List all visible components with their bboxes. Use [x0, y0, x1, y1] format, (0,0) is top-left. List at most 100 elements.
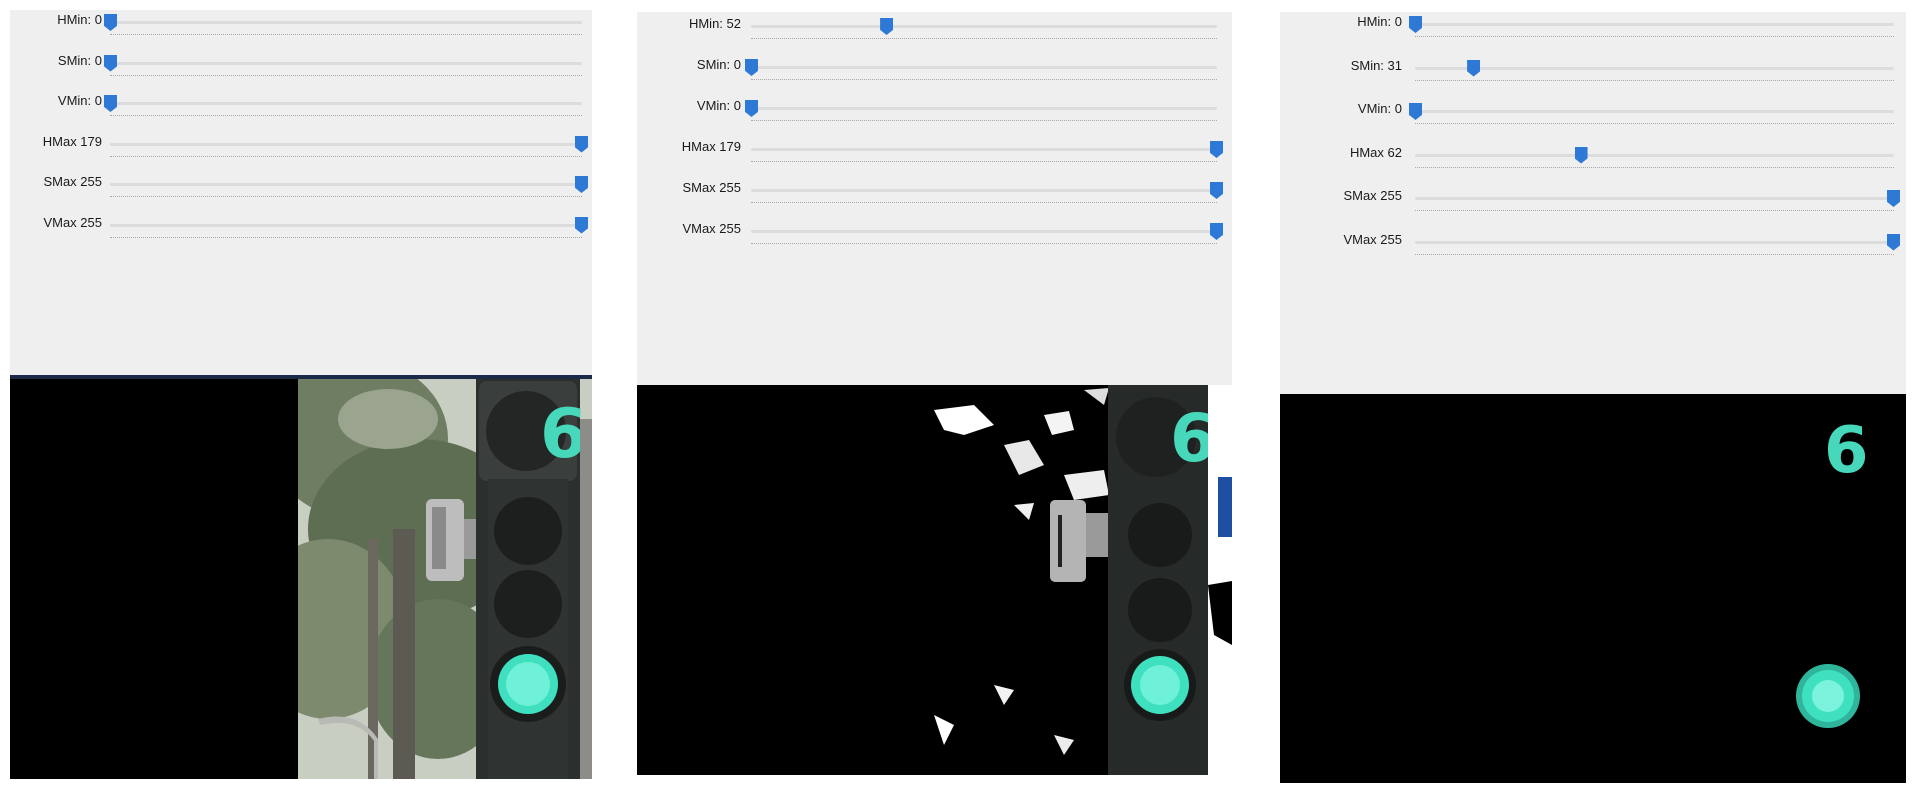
trackbar-handle[interactable]	[104, 95, 117, 112]
trackbar-label: VMin: 0	[1357, 101, 1402, 116]
trackbar-label: HMin: 0	[57, 12, 102, 27]
trackbar-ticks	[110, 236, 582, 238]
trackbar-ticks	[110, 74, 582, 76]
trackbar-label: SMax 255	[1343, 188, 1402, 203]
trackbar-label: HMax 179	[681, 139, 741, 154]
trackbar-handle[interactable]	[104, 54, 117, 72]
trackbar-track[interactable]	[110, 102, 582, 105]
trackbar-row: SMin: 0	[637, 57, 1232, 81]
trackbar-track[interactable]	[751, 230, 1217, 233]
trackbar-label: SMin: 0	[696, 57, 741, 72]
trackbar-row: HMax 62	[1280, 145, 1906, 169]
trackbar-track[interactable]	[1415, 66, 1894, 70]
trackbar-handle[interactable]	[1210, 223, 1223, 240]
filtered-photo: 6	[934, 385, 1232, 775]
trackbar-label: HMax 179	[42, 133, 102, 149]
trackbar-handle[interactable]	[880, 18, 894, 35]
trackbar-track[interactable]	[1415, 153, 1894, 157]
trackbar-row: HMax 179	[637, 139, 1232, 163]
trackbar-handle[interactable]	[1887, 233, 1900, 251]
trackbar-ticks	[110, 155, 582, 157]
trackbar-handle[interactable]	[1210, 182, 1223, 199]
trackbar-handle[interactable]	[575, 176, 588, 193]
trackbar-ticks	[1415, 210, 1894, 211]
trackbar-ticks	[1415, 36, 1894, 37]
trackbar-row: VMax 255	[637, 221, 1232, 245]
trackbar-handle[interactable]	[1409, 103, 1422, 120]
trackbar-ticks	[751, 243, 1217, 244]
trackbar-ticks	[751, 79, 1217, 80]
trackbar-track[interactable]	[1415, 240, 1894, 244]
trackbar-handle[interactable]	[575, 135, 588, 153]
trackbar-row: VMin: 0	[637, 98, 1232, 122]
trackbar-track[interactable]	[1415, 23, 1894, 26]
trackbar-track[interactable]	[110, 61, 582, 65]
trackbar-label: VMax 255	[682, 221, 741, 236]
trackbar-ticks	[1415, 253, 1894, 255]
trackbar-label: SMin: 0	[57, 52, 102, 68]
trackbar-handle[interactable]	[1467, 59, 1481, 77]
trackbar-ticks	[751, 120, 1217, 121]
trackbar-handle[interactable]	[104, 14, 117, 31]
countdown-digit: 6	[1824, 414, 1869, 488]
trackbar-label: SMax 255	[43, 174, 102, 189]
trackbar-ticks	[1415, 123, 1894, 124]
trackbar-row: HMin: 0	[10, 12, 592, 36]
trackbar-ticks	[110, 196, 582, 197]
trackbar-label: VMin: 0	[696, 98, 741, 113]
trackbar-handle[interactable]	[575, 216, 588, 234]
trackbar-track[interactable]	[1415, 197, 1894, 200]
trackbar-label: VMax 255	[43, 214, 102, 230]
trackbar-row: VMin: 0	[1280, 101, 1906, 125]
trackbar-ticks	[1415, 166, 1894, 168]
image-view: 6	[10, 375, 592, 779]
trackbar-row: SMax 255	[1280, 188, 1906, 212]
trackbar-handle[interactable]	[745, 59, 758, 76]
trackbar-label: SMin: 31	[1350, 57, 1402, 73]
trackbar-row: VMin: 0	[10, 93, 592, 117]
trackbar-track[interactable]	[751, 66, 1217, 69]
trackbar-track[interactable]	[110, 183, 582, 186]
trackbar-handle[interactable]	[1409, 16, 1422, 33]
trackbar-row: HMin: 0	[1280, 14, 1906, 38]
filtered-photo: 6	[1600, 394, 1906, 783]
panel-2: HMin: 52 SMin: 0 VMin: 0 HMax 179 SMax 255 VM…	[637, 12, 1232, 775]
trackbar-ticks	[110, 115, 582, 116]
trackbar-ticks	[751, 38, 1217, 39]
trackbar-row: SMin: 31	[1280, 58, 1906, 82]
trackbar-track[interactable]	[1415, 110, 1894, 113]
trackbar-track[interactable]	[751, 25, 1217, 28]
panel-3: HMin: 0 SMin: 31 VMin: 0 HMax 62 SMax 255 VMa…	[1280, 12, 1906, 783]
mask-output	[1280, 394, 1600, 783]
panel-1: HMin: 0 SMin: 0 VMin: 0 HMax 179 SMax 255 VMa…	[10, 10, 592, 779]
trackbar-row: SMax 255	[10, 174, 592, 198]
trackbar-track[interactable]	[110, 142, 582, 146]
trackbar-label: HMin: 52	[688, 16, 741, 31]
trackbar-track[interactable]	[751, 148, 1217, 151]
trackbar-ticks	[110, 34, 582, 35]
trackbar-ticks	[751, 161, 1217, 162]
trackbar-track[interactable]	[751, 189, 1217, 192]
mask-output	[10, 379, 298, 779]
trackbar-track[interactable]	[110, 223, 582, 227]
trackbar-handle[interactable]	[1210, 141, 1223, 158]
trackbar-handle[interactable]	[745, 100, 758, 117]
trackbar-handle[interactable]	[1887, 190, 1900, 207]
source-photo: 6	[298, 379, 592, 779]
trackbar-label: VMin: 0	[57, 93, 102, 108]
trackbar-handle[interactable]	[1574, 146, 1588, 164]
trackbar-ticks	[1415, 79, 1894, 81]
trackbar-row: HMax 179	[10, 134, 592, 158]
trackbar-label: HMax 62	[1349, 144, 1402, 160]
trackbar-track[interactable]	[751, 107, 1217, 110]
trackbar-ticks	[751, 202, 1217, 203]
trackbar-row: VMax 255	[1280, 232, 1906, 256]
trackbar-track[interactable]	[110, 21, 582, 24]
trackbar-row: VMax 255	[10, 215, 592, 239]
trackbar-label: VMax 255	[1343, 231, 1402, 247]
trackbar-row: HMin: 52	[637, 16, 1232, 40]
trackbar-label: HMin: 0	[1357, 14, 1402, 29]
image-view: 6	[637, 385, 1232, 775]
trackbar-label: SMax 255	[682, 180, 741, 195]
trackbar-row: SMin: 0	[10, 53, 592, 77]
